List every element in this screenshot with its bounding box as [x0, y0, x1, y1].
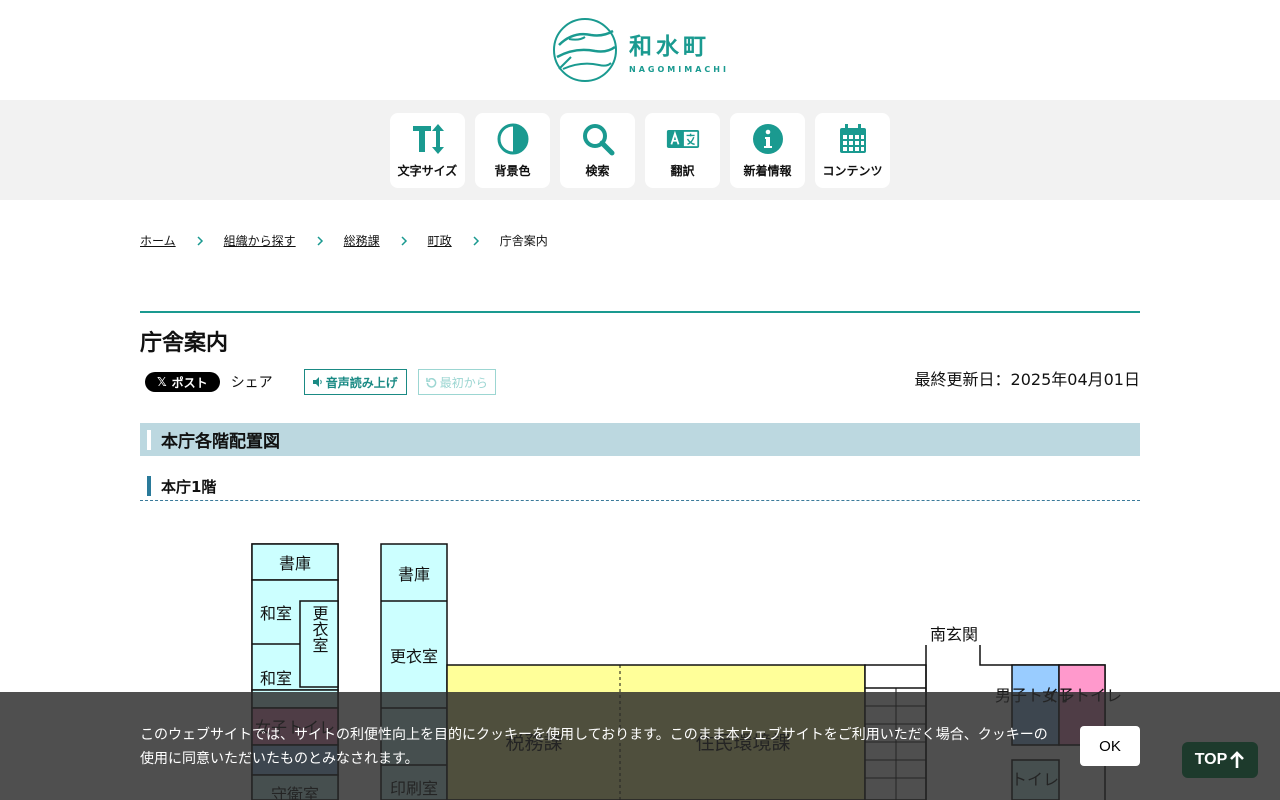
text-size-icon: [412, 123, 444, 154]
info-icon: [752, 123, 783, 154]
contrast-icon: [497, 123, 528, 154]
section-heading: 本庁各階配置図: [140, 423, 1140, 456]
breadcrumb-home[interactable]: ホーム: [140, 232, 176, 249]
label-storage-left: 書庫: [279, 554, 311, 573]
contents-button[interactable]: コンテンツ: [815, 112, 890, 188]
site-logo[interactable]: 和水町 NAGOMIMACHI: [551, 17, 729, 83]
page-title: 庁舎案内: [140, 331, 229, 356]
search-label: 検索: [585, 163, 610, 178]
cookie-ok-button[interactable]: OK: [1080, 726, 1140, 766]
search-button[interactable]: 検索: [560, 112, 635, 188]
accessibility-toolbar: 文字サイズ 背景色 検索 翻訳 新着情報 コンテンツ: [0, 100, 1280, 200]
share-row: 𝕏 ポスト シェア 音声読み上げ 最初から: [145, 369, 496, 395]
background-color-label: 背景色: [494, 163, 531, 178]
restart-label: 最初から: [439, 375, 488, 390]
breadcrumb-town-admin[interactable]: 町政: [428, 232, 452, 249]
breadcrumb-general-affairs[interactable]: 総務課: [344, 232, 380, 249]
room-storage-left: [251, 543, 339, 581]
breadcrumb: ホーム 組織から探す 総務課 町政 庁舎案内: [140, 232, 548, 249]
translate-button[interactable]: 翻訳: [645, 112, 720, 188]
chevron-right-icon: [317, 235, 323, 246]
label-storage-center: 書庫: [398, 565, 430, 584]
translate-icon: [666, 129, 699, 148]
label-japanese-room-1: 和室: [260, 604, 292, 623]
x-post-label: ポスト: [171, 375, 208, 390]
translate-label: 翻訳: [670, 163, 695, 178]
breadcrumb-current: 庁舎案内: [499, 234, 548, 248]
cookie-message: このウェブサイトでは、サイトの利便性向上を目的にクッキーを使用しております。この…: [140, 727, 1048, 767]
x-post-button[interactable]: 𝕏 ポスト: [145, 372, 220, 392]
label-south-entrance: 南玄関: [930, 625, 978, 644]
search-icon: [582, 123, 614, 155]
title-divider: [140, 311, 1140, 313]
text-size-button[interactable]: 文字サイズ: [390, 112, 465, 188]
cookie-banner: このウェブサイトでは、サイトの利便性向上を目的にクッキーを使用しております。この…: [0, 692, 1280, 800]
chevron-right-icon: [473, 235, 479, 246]
calendar-icon: [839, 123, 866, 153]
news-label: 新着情報: [743, 163, 792, 178]
back-to-top-button[interactable]: TOP: [1182, 742, 1258, 778]
logo-subtitle: NAGOMIMACHI: [629, 64, 729, 74]
arrow-up-icon: [1230, 751, 1245, 768]
chevron-right-icon: [197, 235, 203, 246]
background-color-button[interactable]: 背景色: [475, 112, 550, 188]
room-japanese-block: [251, 579, 339, 691]
speaker-icon: [312, 377, 322, 387]
back-to-top-label: TOP: [1194, 751, 1228, 768]
x-logo-icon: 𝕏: [157, 375, 167, 389]
label-japanese-room-2: 和室: [260, 669, 292, 688]
subsection-heading: 本庁1階: [140, 472, 1140, 501]
logo-mark-icon: [553, 18, 618, 82]
label-changing-center: 更衣室: [390, 647, 438, 666]
chevron-right-icon: [401, 235, 407, 246]
text-size-label: 文字サイズ: [397, 163, 458, 178]
restart-reading-button[interactable]: 最初から: [417, 369, 496, 395]
text-to-speech-button[interactable]: 音声読み上げ: [303, 369, 407, 395]
contents-label: コンテンツ: [822, 163, 883, 178]
tts-label: 音声読み上げ: [325, 375, 398, 390]
restart-icon: [425, 377, 437, 388]
share-label: シェア: [230, 375, 273, 391]
room-changing-small: [299, 600, 339, 688]
news-button[interactable]: 新着情報: [730, 112, 805, 188]
breadcrumb-organization[interactable]: 組織から探す: [224, 232, 296, 249]
logo-title: 和水町: [629, 33, 711, 60]
last-updated: 最終更新日：2025年04月01日: [914, 370, 1140, 389]
label-changing-small: 更衣室: [310, 605, 329, 653]
site-header: 和水町 NAGOMIMACHI: [0, 0, 1280, 100]
